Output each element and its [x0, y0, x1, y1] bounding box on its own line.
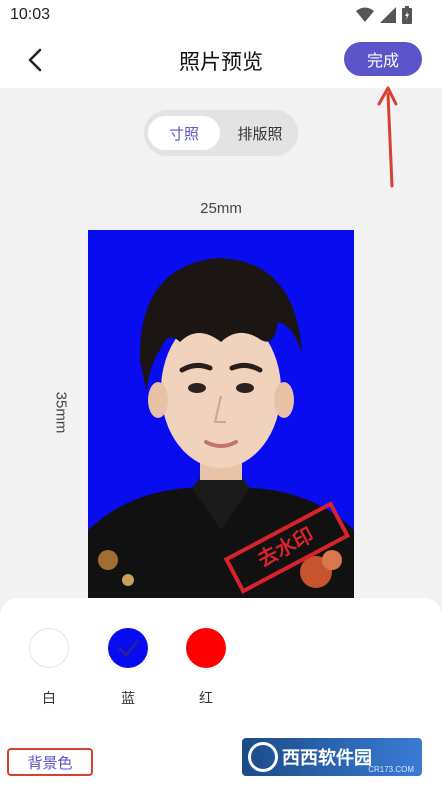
tab-background-color[interactable]: 背景色: [7, 748, 93, 776]
color-label-blue: 蓝: [121, 691, 135, 707]
tab-layout-photo[interactable]: 排版照: [226, 116, 294, 150]
battery-icon: [402, 6, 412, 24]
status-icons: [356, 6, 412, 24]
color-label-red: 红: [199, 691, 213, 707]
watermark-text: 西西软件园: [282, 748, 372, 769]
height-dimension-label: 35mm: [52, 391, 70, 434]
header: 照片预览 完成: [0, 32, 442, 88]
color-swatch-white[interactable]: [29, 628, 69, 668]
id-photo-preview: 去水印: [88, 230, 354, 600]
color-swatch-blue[interactable]: [108, 628, 148, 668]
color-label-white: 白: [42, 691, 56, 707]
photo-type-tabs: 寸照 排版照: [144, 110, 298, 156]
wifi-icon: [356, 7, 374, 22]
width-dimension-label: 25mm: [200, 200, 242, 217]
color-swatch-red[interactable]: [186, 628, 226, 668]
tab-inch-photo[interactable]: 寸照: [148, 116, 220, 150]
annotation-arrow-icon: [377, 86, 398, 188]
portrait-image: 去水印: [88, 258, 354, 600]
site-watermark: 西西软件园 CR173.COM: [242, 738, 422, 776]
status-bar: 10:03: [0, 0, 442, 32]
watermark-subtext: CR173.COM: [368, 765, 414, 774]
status-time: 10:03: [10, 6, 51, 23]
signal-icon: [380, 7, 396, 23]
done-button[interactable]: 完成: [344, 42, 422, 76]
watermark-logo-icon: [248, 742, 278, 772]
check-icon: [118, 640, 139, 657]
